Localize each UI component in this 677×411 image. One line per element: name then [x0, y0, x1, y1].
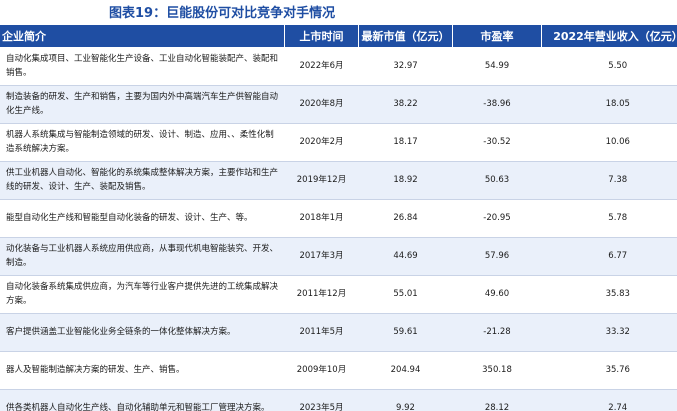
- cell-listing-date: 2023年5月: [284, 389, 359, 411]
- cell-company-intro: 器人及智能制造解决方案的研发、生产、销售。: [0, 351, 285, 390]
- cell-revenue-2022: 5.78: [541, 199, 677, 238]
- cell-pe-ratio: 49.60: [452, 275, 542, 314]
- cell-pe-ratio: 54.99: [452, 47, 542, 86]
- competitor-table-container: 企业简介 上市时间 最新市值（亿元） 市盈率 2022年营业收入（亿元） 自动化…: [0, 25, 677, 411]
- table-row: 自动化集成项目、工业智能化生产设备、工业自动化智能装配产、装配和销售。 2022…: [0, 47, 677, 86]
- cell-listing-date: 2022年6月: [284, 47, 359, 86]
- cell-pe-ratio: -30.52: [452, 123, 542, 162]
- cell-revenue-2022: 2.74: [541, 389, 677, 411]
- cell-company-intro: 供各类机器人自动化生产线、自动化辅助单元和智能工厂管理决方案。: [0, 389, 285, 411]
- cell-market-value: 38.22: [358, 85, 453, 124]
- cell-listing-date: 2020年8月: [284, 85, 359, 124]
- cell-company-intro: 客户提供涵盖工业智能化业务全链条的一体化整体解决方案。: [0, 313, 285, 352]
- cell-pe-ratio: 350.18: [452, 351, 542, 390]
- cell-company-intro: 机器人系统集成与智能制造领域的研发、设计、制造、应用、、柔性化制造系统解决方案。: [0, 123, 285, 162]
- cell-market-value: 18.17: [358, 123, 453, 162]
- table-row: 器人及智能制造解决方案的研发、生产、销售。 2009年10月 204.94 35…: [0, 351, 677, 390]
- table-row: 动化装备与工业机器人系统应用供应商，从事现代机电智能装究、开发、制造。 2017…: [0, 237, 677, 276]
- cell-company-intro: 动化装备与工业机器人系统应用供应商，从事现代机电智能装究、开发、制造。: [0, 237, 285, 276]
- table-row: 机器人系统集成与智能制造领域的研发、设计、制造、应用、、柔性化制造系统解决方案。…: [0, 123, 677, 162]
- header-row: 企业简介 上市时间 最新市值（亿元） 市盈率 2022年营业收入（亿元）: [0, 25, 677, 47]
- table-row: 制造装备的研发、生产和销售，主要为国内外中高端汽车生产供智能自动化生产线。 20…: [0, 85, 677, 124]
- cell-company-intro: 制造装备的研发、生产和销售，主要为国内外中高端汽车生产供智能自动化生产线。: [0, 85, 285, 124]
- table-row: 能型自动化生产线和智能型自动化装备的研发、设计、生产、等。 2018年1月 26…: [0, 199, 677, 238]
- competitor-table: 企业简介 上市时间 最新市值（亿元） 市盈率 2022年营业收入（亿元） 自动化…: [0, 25, 677, 411]
- cell-market-value: 18.92: [358, 161, 453, 200]
- cell-listing-date: 2020年2月: [284, 123, 359, 162]
- cell-company-intro: 能型自动化生产线和智能型自动化装备的研发、设计、生产、等。: [0, 199, 285, 238]
- cell-company-intro: 供工业机器人自动化、智能化的系统集成整体解决方案，主要作站和生产线的研发、设计、…: [0, 161, 285, 200]
- header-pe-ratio: 市盈率: [452, 25, 542, 47]
- table-row: 供工业机器人自动化、智能化的系统集成整体解决方案，主要作站和生产线的研发、设计、…: [0, 161, 677, 200]
- cell-revenue-2022: 5.50: [541, 47, 677, 86]
- header-revenue-2022: 2022年营业收入（亿元）: [541, 25, 677, 47]
- cell-market-value: 9.92: [358, 389, 453, 411]
- figure-title: 图表19：巨能股份可对比竞争对手情况: [109, 6, 336, 21]
- cell-market-value: 55.01: [358, 275, 453, 314]
- table-header: 企业简介 上市时间 最新市值（亿元） 市盈率 2022年营业收入（亿元）: [0, 25, 677, 47]
- cell-revenue-2022: 18.05: [541, 85, 677, 124]
- table-row: 供各类机器人自动化生产线、自动化辅助单元和智能工厂管理决方案。 2023年5月 …: [0, 389, 677, 411]
- cell-pe-ratio: 50.63: [452, 161, 542, 200]
- cell-market-value: 59.61: [358, 313, 453, 352]
- table-body: 自动化集成项目、工业智能化生产设备、工业自动化智能装配产、装配和销售。 2022…: [0, 47, 677, 411]
- cell-listing-date: 2019年12月: [284, 161, 359, 200]
- cell-pe-ratio: -20.95: [452, 199, 542, 238]
- header-listing-date: 上市时间: [284, 25, 359, 47]
- cell-market-value: 204.94: [358, 351, 453, 390]
- cell-listing-date: 2018年1月: [284, 199, 359, 238]
- cell-company-intro: 自动化装备系统集成供应商，为汽车等行业客户提供先进的工统集成解决方案。: [0, 275, 285, 314]
- table-row: 自动化装备系统集成供应商，为汽车等行业客户提供先进的工统集成解决方案。 2011…: [0, 275, 677, 314]
- cell-pe-ratio: -21.28: [452, 313, 542, 352]
- cell-market-value: 44.69: [358, 237, 453, 276]
- cell-pe-ratio: 28.12: [452, 389, 542, 411]
- header-company-intro: 企业简介: [0, 25, 285, 47]
- cell-market-value: 32.97: [358, 47, 453, 86]
- cell-revenue-2022: 7.38: [541, 161, 677, 200]
- cell-market-value: 26.84: [358, 199, 453, 238]
- report-page: 图表19：巨能股份可对比竞争对手情况 企业简介 上市时间 最新市值（亿元） 市盈…: [0, 0, 677, 411]
- cell-listing-date: 2011年12月: [284, 275, 359, 314]
- table-row: 客户提供涵盖工业智能化业务全链条的一体化整体解决方案。 2011年5月 59.6…: [0, 313, 677, 352]
- cell-company-intro: 自动化集成项目、工业智能化生产设备、工业自动化智能装配产、装配和销售。: [0, 47, 285, 86]
- cell-listing-date: 2009年10月: [284, 351, 359, 390]
- cell-revenue-2022: 35.76: [541, 351, 677, 390]
- cell-revenue-2022: 35.83: [541, 275, 677, 314]
- cell-listing-date: 2017年3月: [284, 237, 359, 276]
- header-market-value: 最新市值（亿元）: [358, 25, 453, 47]
- cell-pe-ratio: -38.96: [452, 85, 542, 124]
- cell-revenue-2022: 10.06: [541, 123, 677, 162]
- cell-revenue-2022: 6.77: [541, 237, 677, 276]
- cell-pe-ratio: 57.96: [452, 237, 542, 276]
- cell-revenue-2022: 33.32: [541, 313, 677, 352]
- cell-listing-date: 2011年5月: [284, 313, 359, 352]
